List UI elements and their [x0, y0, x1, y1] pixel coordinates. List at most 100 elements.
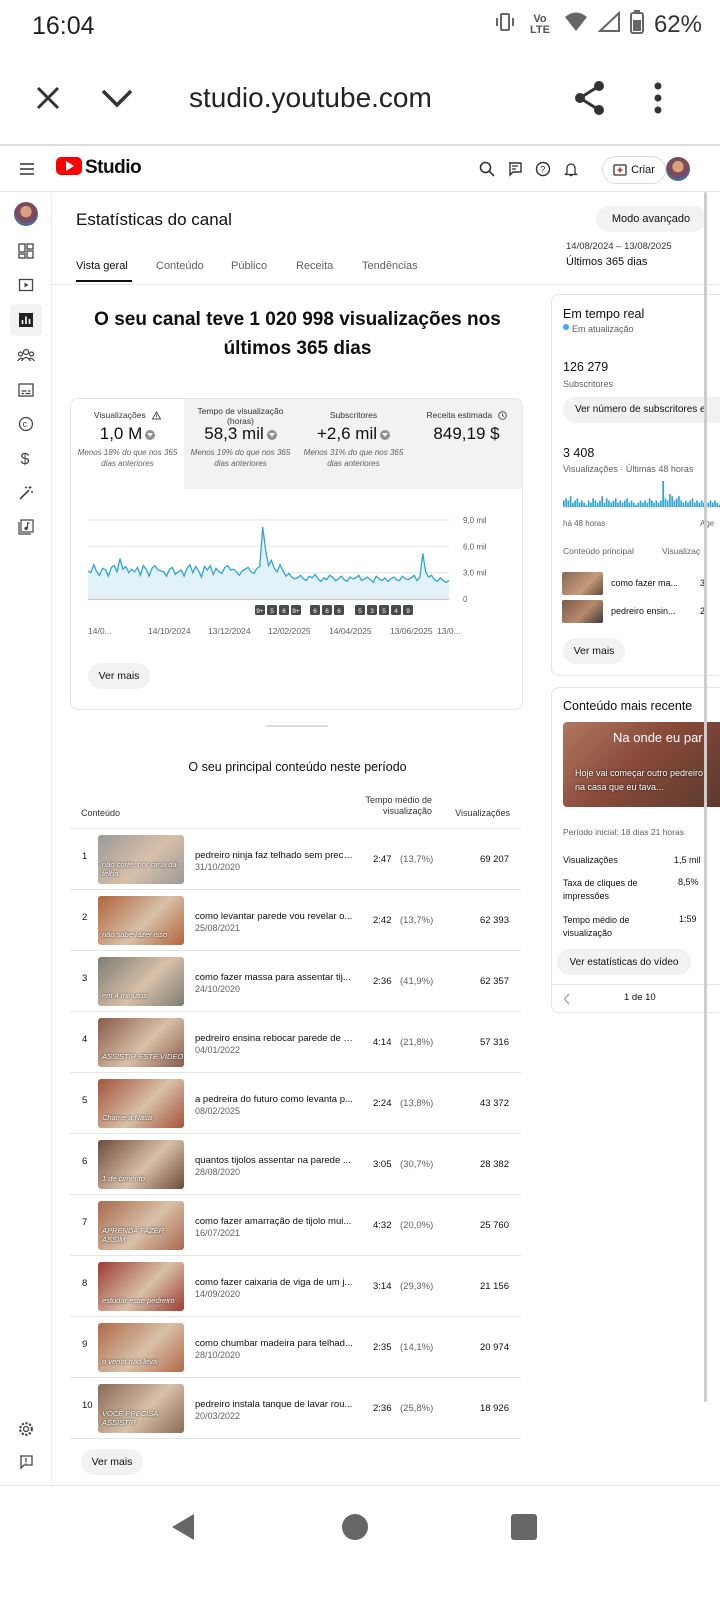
period-selector[interactable]: Últimos 365 dias — [566, 256, 647, 268]
close-icon[interactable] — [26, 76, 70, 120]
see-more-content-button[interactable]: Ver mais — [81, 1449, 143, 1475]
realtime-bar — [691, 498, 694, 507]
table-row[interactable]: 9 o vento não leva como chumbar madeira pa… — [70, 1316, 521, 1377]
event-marker[interactable]: 9+ — [255, 605, 265, 615]
date-range[interactable]: 14/08/2024 – 13/08/2025 — [566, 241, 672, 252]
table-row[interactable]: 2 não sabe fazer isso como levantar parede… — [70, 889, 521, 950]
table-row[interactable]: 3 em 4 minutos como fazer massa para assen… — [70, 950, 521, 1011]
table-row[interactable]: 5 Chame a Nasa a pedreira do futuro como l… — [70, 1072, 521, 1133]
youtube-logo-icon[interactable] — [56, 157, 82, 175]
video-title[interactable]: como fazer amarração de tijolo mui... — [195, 1216, 353, 1227]
event-marker[interactable]: 6 — [279, 605, 289, 615]
avg-view-percent: (14,1%) — [400, 1342, 434, 1353]
realtime-subscribers-label: Subscritores — [563, 379, 614, 389]
create-button[interactable]: Criar — [602, 156, 666, 184]
realtime-views-value: 3 408 — [563, 446, 595, 460]
analytics-icon[interactable] — [10, 304, 42, 336]
subtitles-icon[interactable] — [10, 374, 42, 406]
back-icon[interactable] — [170, 1513, 196, 1546]
customization-icon[interactable] — [10, 477, 42, 509]
video-title[interactable]: como chumbar madeira para telhad... — [195, 1338, 353, 1349]
tab-revenue[interactable]: Receita — [296, 260, 333, 272]
tab-content[interactable]: Conteúdo — [156, 260, 204, 272]
account-avatar[interactable] — [666, 157, 690, 181]
tab-overview[interactable]: Vista geral — [76, 260, 128, 272]
video-title[interactable]: como fazer massa para assentar tij... — [195, 972, 353, 983]
settings-icon[interactable] — [10, 1413, 42, 1445]
realtime-see-more-button[interactable]: Ver mais — [563, 638, 625, 664]
event-marker[interactable]: 9+ — [291, 605, 301, 615]
video-title[interactable]: a pedreira do futuro como levanta p... — [195, 1094, 353, 1105]
chevron-left-icon[interactable] — [563, 992, 571, 1010]
metric-subscribers-tab[interactable]: Subscritores +2,6 mil Menos 31% do que n… — [297, 399, 410, 489]
event-marker[interactable]: 3 — [367, 605, 377, 615]
video-title[interactable]: como levantar parede vou revelar o... — [195, 911, 353, 922]
event-marker[interactable]: 5 — [355, 605, 365, 615]
studio-logo-text[interactable]: Studio — [85, 157, 142, 179]
event-marker[interactable]: 6 — [334, 605, 344, 615]
views-line-chart[interactable]: 9,0 mil 6,0 mil 3,0 mil 0 9+ 5 6 9+ 6 6 6 5 3 5 4 9 14/0… — [71, 489, 523, 654]
event-marker[interactable]: 6 — [322, 605, 332, 615]
content-icon[interactable] — [10, 269, 42, 301]
video-title[interactable]: pedreiro instala tanque de lavar rou... — [195, 1399, 353, 1410]
metric-views-tab[interactable]: Visualizações 1,0 M Menos 18% do que nos… — [71, 399, 184, 489]
metric-revenue-tab[interactable]: Receita estimada 849,19 $ — [410, 399, 522, 489]
realtime-bar — [642, 502, 644, 507]
create-video-icon — [613, 164, 627, 176]
earn-icon[interactable]: $ — [10, 442, 42, 474]
table-row[interactable]: 6 1 de cimento quantos tijolos assentar na… — [70, 1133, 521, 1194]
video-title[interactable]: pedreiro ninja faz telhado sem preci... — [195, 850, 353, 861]
see-more-button[interactable]: Ver mais — [88, 663, 150, 689]
home-icon[interactable] — [342, 1514, 368, 1540]
notifications-icon[interactable] — [560, 158, 582, 180]
advanced-mode-button[interactable]: Modo avançado — [596, 206, 706, 232]
menu-icon[interactable] — [16, 158, 38, 180]
event-marker[interactable]: 5 — [379, 605, 389, 615]
chevron-down-icon[interactable] — [95, 76, 139, 120]
feedback-icon[interactable] — [504, 158, 526, 180]
metric-watch-time-tab[interactable]: Tempo de visualização (horas) 58,3 mil M… — [184, 399, 297, 489]
event-marker[interactable]: 4 — [391, 605, 401, 615]
video-date: 20/03/2022 — [195, 1411, 241, 1421]
share-icon[interactable] — [568, 76, 612, 120]
table-row[interactable]: 1 não corte; por cima da telha pedreiro ni… — [70, 828, 521, 889]
recents-icon[interactable] — [511, 1514, 537, 1540]
table-row[interactable]: 7 APRENDA FAZER ASSIM como fazer amarração… — [70, 1194, 521, 1255]
recent-video-thumbnail[interactable]: Na onde eu par Hoje vai começar outro pe… — [563, 722, 720, 807]
video-title[interactable]: pedreiro ensina rebocar parede de u... — [195, 1033, 353, 1044]
video-title[interactable]: como fazer caixaria de viga de um j... — [195, 1277, 353, 1288]
col-header-avg-time[interactable]: Tempo médio de visualização — [360, 795, 432, 817]
event-marker[interactable]: 6 — [310, 605, 320, 615]
copyright-icon[interactable]: c — [10, 408, 42, 440]
community-icon[interactable] — [10, 339, 42, 371]
video-title[interactable]: quantos tijolos assentar na parede ... — [195, 1155, 353, 1166]
avg-view-time: 4:32 — [373, 1220, 392, 1231]
event-marker[interactable]: 5 — [267, 605, 277, 615]
realtime-bar — [648, 498, 651, 507]
view-video-stats-button[interactable]: Ver estatísticas do vídeo — [557, 949, 691, 975]
event-marker-count: 5 — [270, 608, 274, 615]
event-marker[interactable]: 9 — [403, 605, 413, 615]
dashboard-icon[interactable] — [10, 235, 42, 267]
more-vert-icon[interactable] — [636, 76, 680, 120]
url-text[interactable]: studio.youtube.com — [189, 82, 432, 114]
live-subscriber-count-button[interactable]: Ver número de subscritores e — [563, 397, 720, 423]
tab-trends[interactable]: Tendências — [362, 260, 418, 272]
scrollbar[interactable] — [704, 192, 707, 1402]
table-row[interactable]: 10 VOCÊ PRECISA ASSISTIR pedreiro instala … — [70, 1377, 521, 1438]
table-row[interactable]: 8 estudar esse pedreiro como fazer caixari… — [70, 1255, 521, 1316]
warning-icon — [151, 411, 162, 420]
search-icon[interactable] — [476, 158, 498, 180]
audio-library-icon[interactable] — [10, 511, 42, 543]
channel-avatar[interactable] — [14, 202, 38, 226]
col-header-views[interactable]: Visualizações — [440, 808, 510, 819]
video-thumbnail — [562, 600, 603, 623]
table-row[interactable]: 4 ASSISTIR ESTE VÍDEO pedreiro ensina rebo… — [70, 1011, 521, 1072]
help-icon[interactable]: ? — [532, 158, 554, 180]
tab-audience[interactable]: Público — [231, 260, 267, 272]
send-feedback-icon[interactable] — [10, 1446, 42, 1478]
realtime-bar-chart[interactable] — [563, 480, 720, 514]
col-header-content: Conteúdo — [81, 808, 121, 818]
pager-divider — [552, 984, 720, 985]
realtime-bar — [700, 500, 703, 507]
